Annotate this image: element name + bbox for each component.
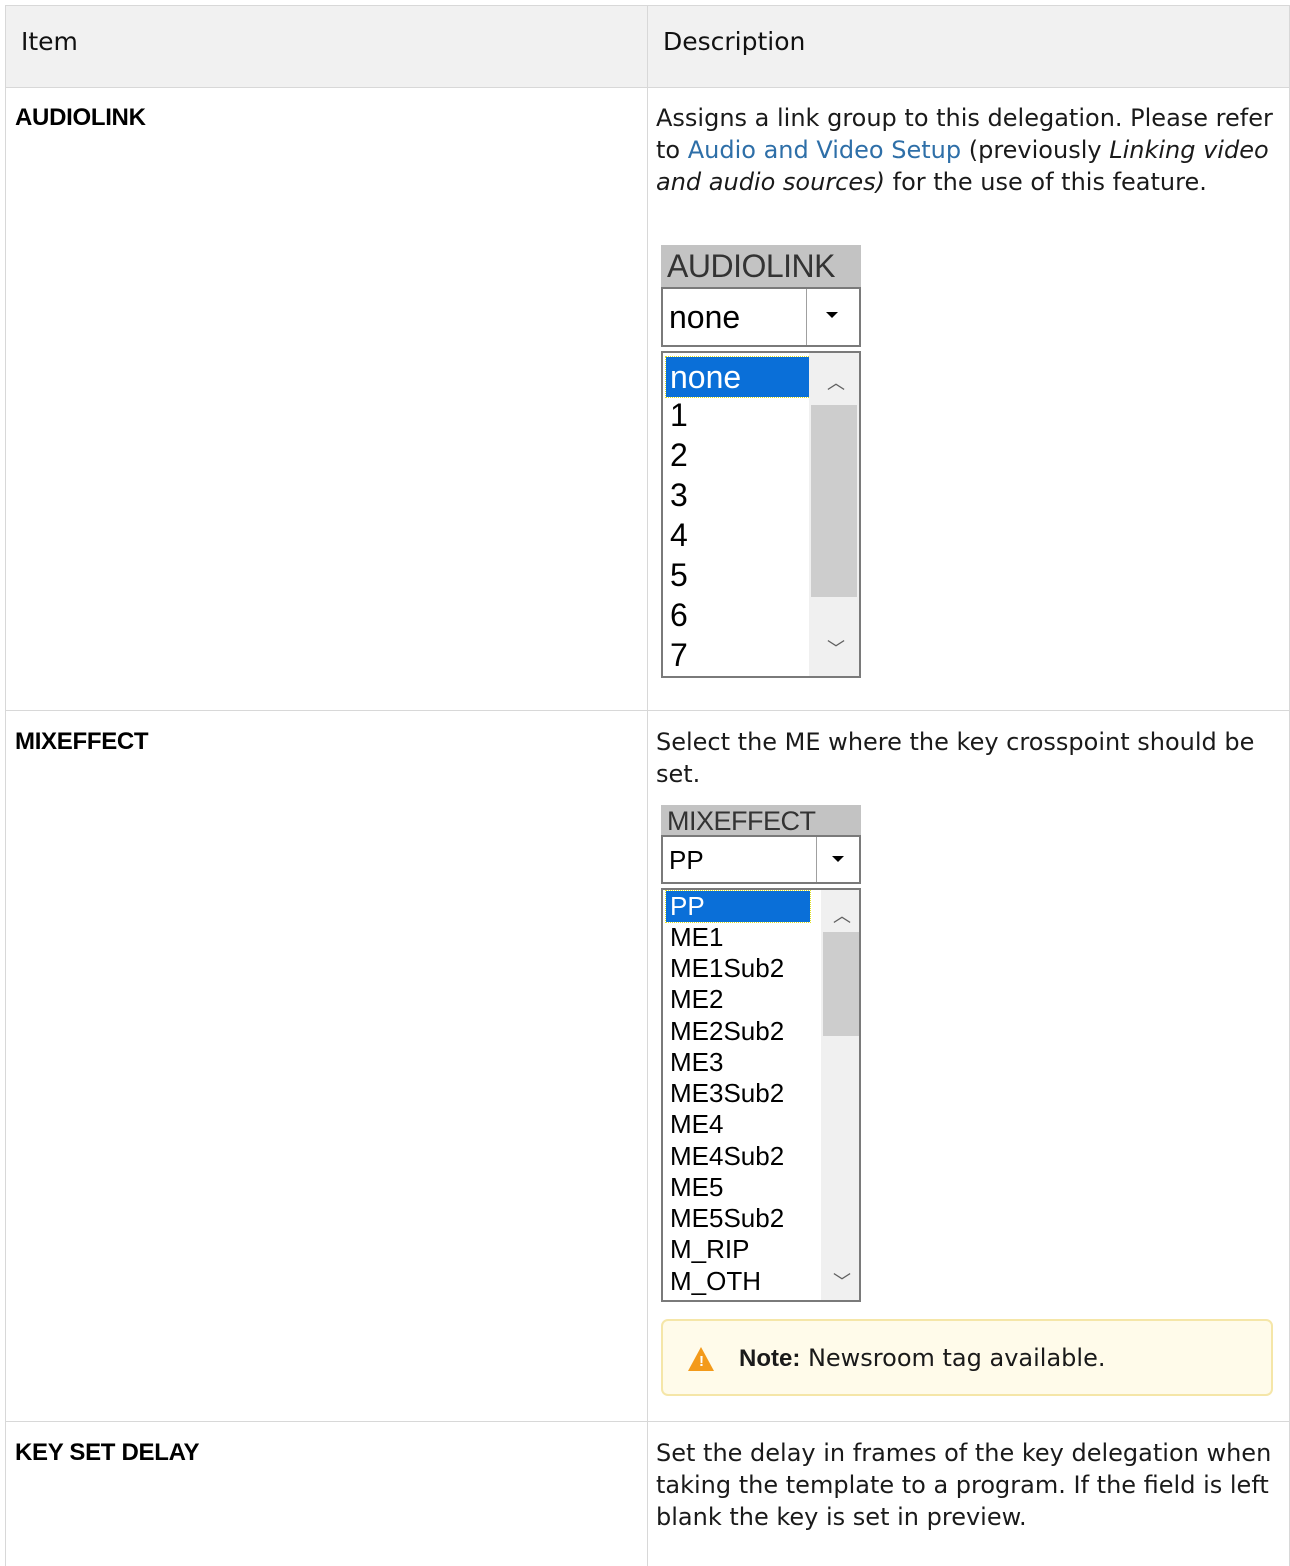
chevron-down-icon[interactable]: ﹀ [827,635,845,661]
combobox-value: none [669,299,741,335]
list-option[interactable]: ME2Sub2 [666,1016,810,1047]
list-option[interactable]: 5 [666,555,810,595]
row-item-key-set-delay: KEY SET DELAY [15,1439,200,1466]
chevron-up-icon[interactable]: ︿ [827,369,845,395]
list-option[interactable]: 6 [666,595,810,635]
list-option[interactable]: ME4Sub2 [666,1141,810,1172]
combobox-value: PP [669,845,704,875]
list-option[interactable]: 4 [666,515,810,555]
list-option[interactable]: ME2 [666,984,810,1015]
header-description: Description [663,27,806,56]
chevron-down-icon [832,856,844,862]
warning-icon: ! [688,1347,714,1371]
chevron-down-icon [826,312,838,318]
scrollbar[interactable]: ︿ ﹀ [821,890,859,1300]
row-item-mixeffect: MIXEFFECT [15,728,149,755]
list-option[interactable]: 2 [666,435,810,475]
list-option[interactable]: ME5 [666,1172,810,1203]
row-description-audiolink: Assigns a link group to this delegation.… [656,102,1276,198]
audiolink-option-list[interactable]: none 1 2 3 4 5 6 7 ︿ ﹀ [661,351,861,678]
list-option[interactable]: M_RIP [666,1234,810,1265]
scrollbar-thumb[interactable] [811,405,857,597]
row-divider [6,1421,1289,1422]
list-option[interactable]: ME3Sub2 [666,1078,810,1109]
widget-title: MIXEFFECT [661,805,861,836]
scrollbar[interactable]: ︿ ﹀ [809,353,859,676]
audiolink-widget: AUDIOLINK none none 1 2 3 4 5 6 7 ︿ ﹀ [661,245,861,678]
chevron-down-icon[interactable]: ﹀ [833,1268,851,1294]
note-callout: ! Note: Newsroom tag available. [661,1319,1273,1396]
note-label: Note: [739,1345,801,1372]
mixeffect-option-list[interactable]: PP ME1 ME1Sub2 ME2 ME2Sub2 ME3 ME3Sub2 M… [661,888,861,1302]
list-option[interactable]: PP [665,890,811,924]
list-option[interactable]: ME1Sub2 [666,953,810,984]
column-divider [647,6,648,1566]
mixeffect-combobox[interactable]: PP [661,835,861,884]
header-item: Item [21,27,78,56]
description-text: (previously [961,136,1110,164]
dropdown-button[interactable] [806,289,859,345]
chevron-up-icon[interactable]: ︿ [833,902,851,928]
scrollbar-thumb[interactable] [823,932,859,1036]
row-description-mixeffect: Select the ME where the key crosspoint s… [656,728,1255,788]
note-body: Newsroom tag available. [800,1344,1106,1372]
list-option[interactable]: ME5Sub2 [666,1203,810,1234]
mixeffect-widget: MIXEFFECT PP PP ME1 ME1Sub2 ME2 ME2Sub2 … [661,805,861,1302]
list-option[interactable]: ME3 [666,1047,810,1078]
audio-video-setup-link[interactable]: Audio and Video Setup [688,136,961,164]
list-option[interactable]: 7 [666,635,810,675]
row-description-key-set-delay: Set the delay in frames of the key deleg… [656,1439,1272,1531]
list-option[interactable]: 3 [666,475,810,515]
audiolink-combobox[interactable]: none [661,287,861,347]
widget-title: AUDIOLINK [661,245,861,287]
list-option[interactable]: ME4 [666,1109,810,1140]
row-divider [6,710,1289,711]
dropdown-button[interactable] [816,837,859,882]
description-text: for the use of this feature. [885,168,1207,196]
list-option[interactable]: M_OTH [666,1266,810,1297]
note-text: Note: Newsroom tag available. [739,1344,1105,1373]
list-option[interactable]: none [665,356,811,398]
list-option[interactable]: ME1 [666,922,810,953]
row-item-audiolink: AUDIOLINK [15,104,146,131]
list-option[interactable]: 1 [666,395,810,435]
